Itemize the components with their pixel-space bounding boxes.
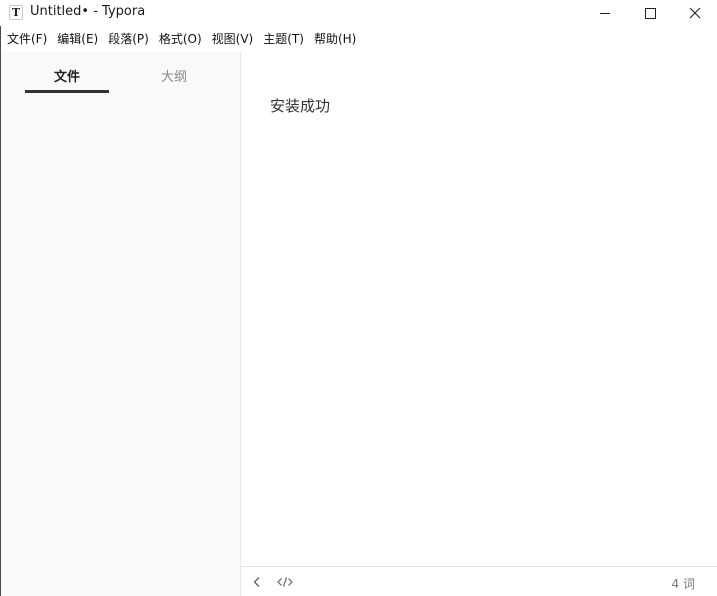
title-bar[interactable]: T Untitled• - Typora (0, 0, 717, 26)
minimize-icon (600, 12, 610, 14)
active-tab-indicator (25, 90, 109, 93)
menu-bar: 文件(F) 编辑(E) 段落(P) 格式(O) 视图(V) 主题(T) 帮助(H… (0, 28, 717, 50)
tab-files[interactable]: 文件 (25, 66, 109, 85)
status-bar: 4 词 (241, 566, 717, 596)
tab-outline[interactable]: 大纲 (132, 66, 216, 85)
menu-format[interactable]: 格式(O) (155, 29, 205, 49)
menu-themes[interactable]: 主题(T) (259, 29, 307, 49)
word-count[interactable]: 4 词 (672, 575, 695, 592)
source-code-mode-button[interactable] (277, 574, 293, 590)
menu-file[interactable]: 文件(F) (3, 29, 50, 49)
maximize-icon (644, 7, 656, 19)
typora-window: T Untitled• - Typora 文件(F) 编辑(E) 段落(P) 格… (0, 0, 717, 596)
maximize-button[interactable] (627, 0, 673, 26)
close-icon (689, 7, 701, 19)
menu-edit[interactable]: 编辑(E) (53, 29, 101, 49)
editor-area[interactable]: 安装成功 (241, 52, 717, 566)
menu-help[interactable]: 帮助(H) (310, 29, 359, 49)
sidebar: 文件 大纲 (1, 52, 241, 596)
chevron-left-icon (253, 577, 260, 587)
minimize-button[interactable] (582, 0, 628, 26)
close-button[interactable] (672, 0, 717, 26)
code-icon (277, 577, 293, 587)
editor-paragraph[interactable]: 安装成功 (270, 95, 330, 116)
toggle-sidebar-button[interactable] (249, 574, 265, 590)
menu-view[interactable]: 视图(V) (208, 29, 257, 49)
typora-app-icon: T (9, 5, 23, 20)
window-title: Untitled• - Typora (30, 4, 146, 19)
menu-paragraph[interactable]: 段落(P) (104, 29, 152, 49)
